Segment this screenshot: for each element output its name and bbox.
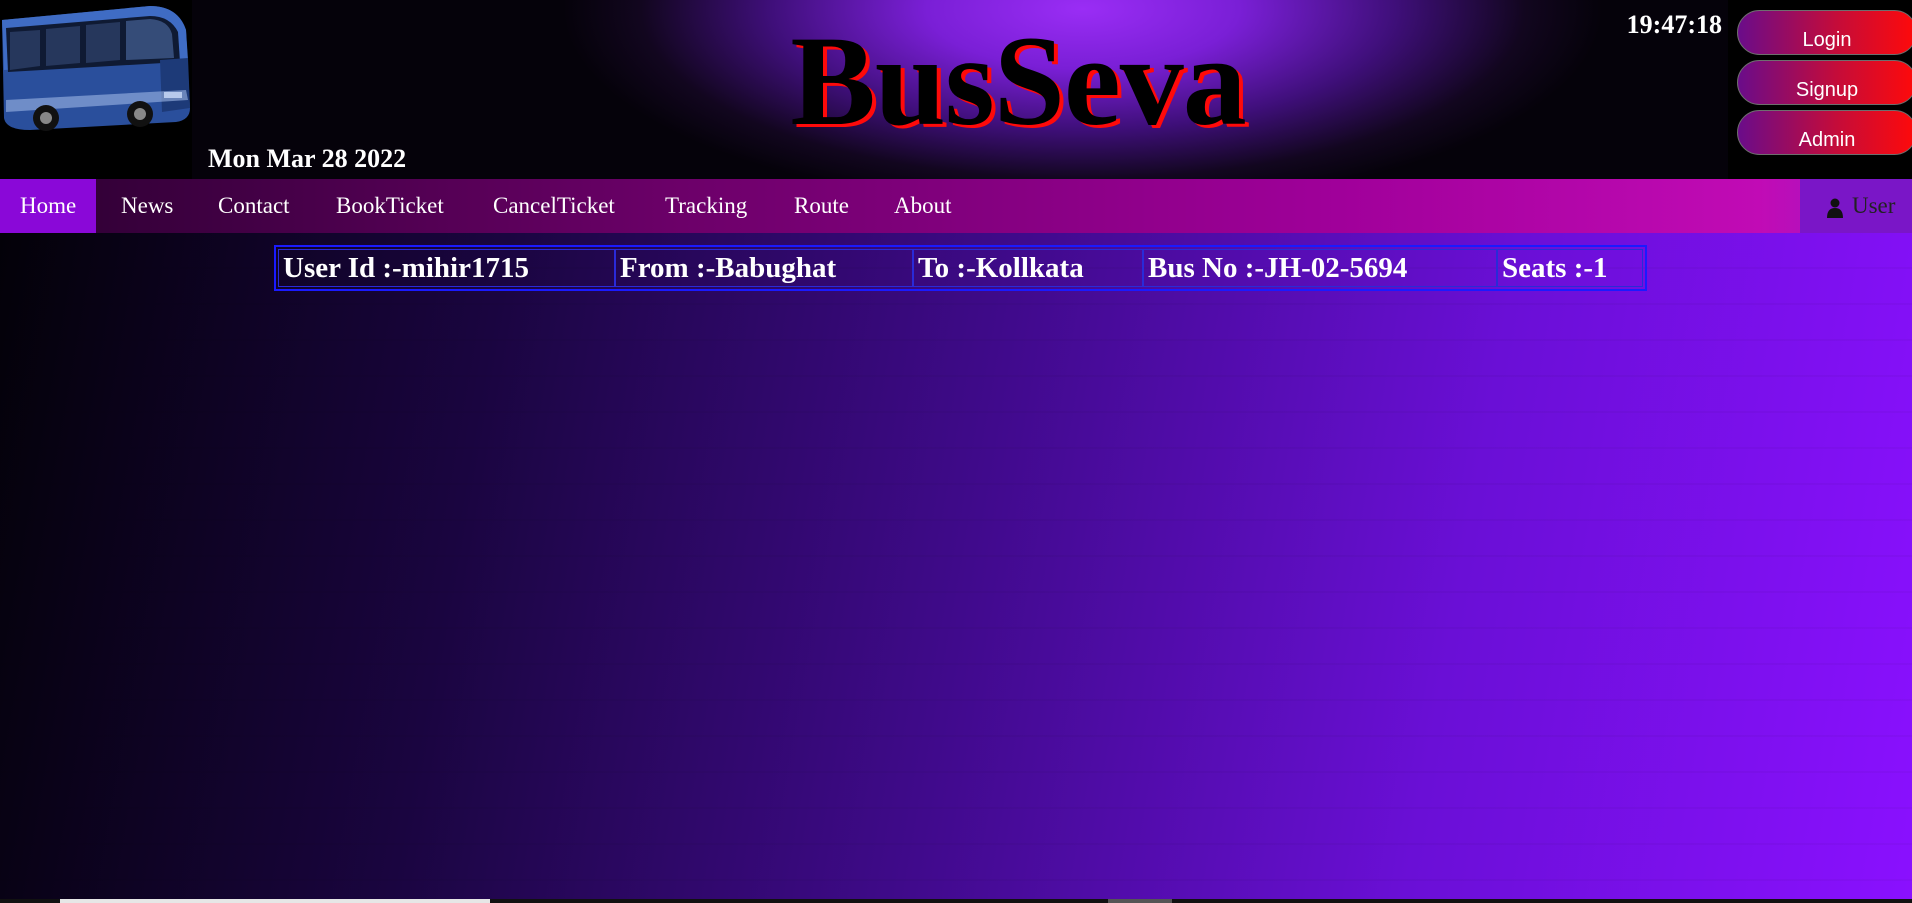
scrollbar-thumb[interactable]: [60, 899, 490, 903]
scrollbar-marker: [1108, 899, 1172, 903]
nav-home[interactable]: Home: [0, 179, 97, 233]
main-content: User Id :-mihir1715 From :-Babughat To :…: [0, 233, 1912, 903]
user-id-cell: User Id :-mihir1715: [278, 249, 615, 287]
user-menu-label: User: [1852, 193, 1896, 218]
horizontal-scrollbar[interactable]: [0, 899, 1912, 903]
nav-bookticket[interactable]: BookTicket: [316, 179, 464, 233]
booking-info-table: User Id :-mihir1715 From :-Babughat To :…: [274, 245, 1647, 291]
bus-logo-image: [0, 0, 192, 138]
main-navbar: Home News Contact BookTicket CancelTicke…: [0, 179, 1912, 233]
signup-button[interactable]: Signup: [1737, 60, 1912, 105]
login-button[interactable]: Login: [1737, 10, 1912, 55]
nav-news[interactable]: News: [101, 179, 193, 233]
header: BusSeva Mon Mar 28 2022 19:47:18 Login S…: [0, 0, 1912, 179]
brand-title: BusSeva: [790, 10, 1246, 152]
to-cell: To :-Kollkata: [913, 249, 1143, 287]
from-cell: From :-Babughat: [615, 249, 913, 287]
nav-cancelticket[interactable]: CancelTicket: [473, 179, 635, 233]
nav-tracking[interactable]: Tracking: [645, 179, 767, 233]
person-icon: [1827, 198, 1843, 218]
admin-button[interactable]: Admin: [1737, 110, 1912, 155]
bus-no-cell: Bus No :-JH-02-5694: [1143, 249, 1497, 287]
nav-about[interactable]: About: [874, 179, 972, 233]
nav-contact[interactable]: Contact: [198, 179, 310, 233]
nav-route[interactable]: Route: [774, 179, 869, 233]
current-date: Mon Mar 28 2022: [208, 144, 407, 173]
seats-cell: Seats :-1: [1497, 249, 1643, 287]
current-time: 19:47:18: [1626, 10, 1722, 39]
auth-panel: Login Signup Admin: [1728, 0, 1912, 179]
user-menu[interactable]: User: [1800, 179, 1912, 233]
